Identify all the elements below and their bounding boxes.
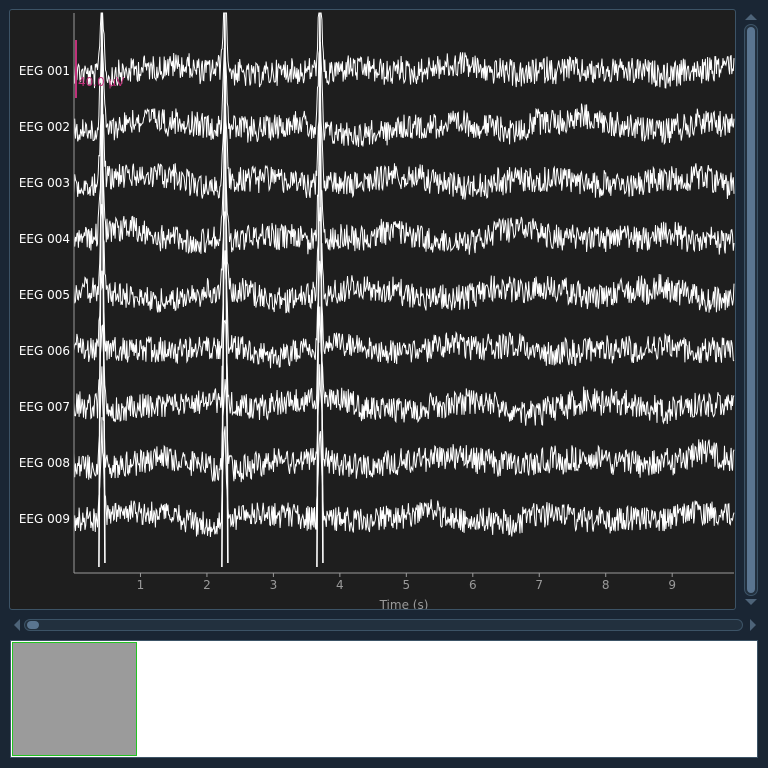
- eeg-plot-panel[interactable]: 123456789 EEG 001 EEG 002 EEG 003 EEG 004 EE…: [9, 9, 736, 610]
- horizontal-scrollbar[interactable]: [24, 619, 743, 631]
- vertical-scrollbar[interactable]: [744, 24, 758, 596]
- x-tick-label: 7: [535, 578, 543, 592]
- eeg-trace-4: [73, 142, 735, 255]
- channel-label[interactable]: EEG 001: [19, 64, 70, 78]
- x-tick-label: 5: [403, 578, 411, 592]
- channel-label[interactable]: EEG 006: [19, 344, 70, 358]
- overview-bar[interactable]: [10, 640, 758, 758]
- x-tick-label: 4: [336, 578, 344, 592]
- channel-label[interactable]: EEG 008: [19, 456, 70, 470]
- eeg-trace-2: [73, 26, 735, 147]
- x-tick-label: 2: [203, 578, 211, 592]
- eeg-plot[interactable]: 123456789 EEG 001EEG 002EEG 003EEG 004EE…: [10, 10, 736, 610]
- scroll-down-arrow-icon[interactable]: [745, 599, 757, 605]
- eeg-trace-8: [73, 364, 735, 483]
- channel-labels: EEG 001 EEG 002 EEG 003 EEG 004 EEG 005 EEG 0…: [19, 64, 70, 526]
- eeg-trace-3: [73, 89, 735, 200]
- eeg-trace-5: [73, 204, 735, 314]
- scroll-right-arrow-icon[interactable]: [750, 619, 756, 631]
- x-axis-ticks: 1 2 3 4 5 6 7 8 9: [137, 573, 676, 592]
- overview-view-window[interactable]: [12, 642, 137, 756]
- eeg-trace-1: [73, 12, 735, 89]
- horizontal-scrollbar-thumb[interactable]: [27, 621, 39, 629]
- eeg-trace-6: [73, 250, 735, 369]
- channel-label[interactable]: EEG 003: [19, 176, 70, 190]
- x-tick-label: 8: [602, 578, 610, 592]
- x-tick-label: 6: [469, 578, 477, 592]
- eeg-trace-7: [73, 306, 735, 426]
- x-tick-label: 3: [270, 578, 278, 592]
- vertical-scrollbar-thumb[interactable]: [747, 27, 755, 593]
- x-tick-label: 9: [668, 578, 676, 592]
- channel-label[interactable]: EEG 005: [19, 288, 70, 302]
- x-axis-label: Time (s): [379, 598, 429, 610]
- x-tick-label: 1: [137, 578, 145, 592]
- channel-label[interactable]: EEG 002: [19, 120, 70, 134]
- scale-bar-label: 40.0 µV: [78, 75, 125, 89]
- scroll-up-arrow-icon[interactable]: [745, 14, 757, 20]
- channel-label[interactable]: EEG 009: [19, 512, 70, 526]
- artifact-spike: [316, 12, 324, 568]
- channel-label[interactable]: EEG 004: [19, 232, 70, 246]
- eeg-traces: [73, 12, 735, 538]
- eeg-trace-9: [73, 417, 735, 538]
- channel-label[interactable]: EEG 007: [19, 400, 70, 414]
- scroll-left-arrow-icon[interactable]: [14, 619, 20, 631]
